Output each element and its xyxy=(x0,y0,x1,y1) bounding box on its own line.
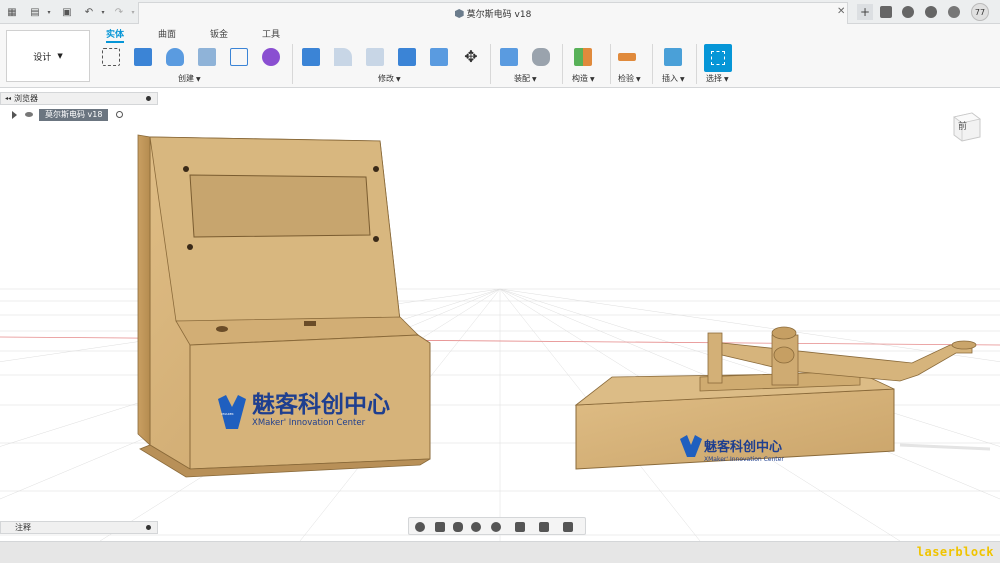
navigation-bar xyxy=(408,517,586,535)
move-icon[interactable]: ✥ xyxy=(462,48,480,66)
offset-plane-icon[interactable] xyxy=(574,48,592,66)
assemble-menu[interactable]: 装配 ▼ xyxy=(514,73,537,84)
extrude-icon[interactable] xyxy=(134,48,152,66)
hole-icon[interactable] xyxy=(198,48,216,66)
user-badge-text: 77 xyxy=(974,7,986,17)
bottom-strip: laserblock xyxy=(0,541,1000,563)
workspace-switcher[interactable]: 设计 ▼ xyxy=(6,30,90,82)
modify-menu[interactable]: 修改 ▼ xyxy=(378,73,401,84)
comments-add-icon[interactable] xyxy=(146,525,151,530)
revolve-icon[interactable] xyxy=(166,48,184,66)
browser-root-item[interactable]: 莫尔斯电码 v18 xyxy=(10,108,155,121)
expand-triangle-icon[interactable] xyxy=(12,110,17,119)
tab-solid[interactable]: 实体 xyxy=(106,27,125,43)
browser-options-icon[interactable] xyxy=(146,96,151,101)
fillet-icon[interactable] xyxy=(334,48,352,66)
view-cube-face-label[interactable]: 前 xyxy=(958,119,967,132)
fusion-app-window: ▦ ▤ ▾ ▣ ↶ ▾ ↷ ▾ 莫尔斯电码 v18 ✕ + 77 设计 ▼ 实体… xyxy=(0,0,1000,563)
close-tab-icon[interactable]: ✕ xyxy=(837,6,845,17)
tab-tools[interactable]: 工具 xyxy=(262,27,280,40)
tab-sheet-metal[interactable]: 钣金 xyxy=(210,27,228,40)
logo-text-small: 魅客科创中心 xyxy=(704,439,782,455)
zoom-icon[interactable] xyxy=(471,522,481,532)
divider xyxy=(652,44,653,84)
shell-icon[interactable] xyxy=(430,48,448,66)
notifications-icon[interactable] xyxy=(925,6,937,18)
measure-icon[interactable] xyxy=(618,53,636,61)
logo-text-large: 魅客科创中心 xyxy=(252,391,390,418)
grid-settings-icon[interactable] xyxy=(539,522,549,532)
press-pull-icon[interactable] xyxy=(302,48,320,66)
browser-root-label[interactable]: 莫尔斯电码 v18 xyxy=(39,108,109,121)
workspace-label: 设计 xyxy=(33,52,52,63)
inspect-menu[interactable]: 检验 ▼ xyxy=(618,73,641,84)
new-tab-button[interactable]: + xyxy=(857,4,873,20)
title-bar: ▦ ▤ ▾ ▣ ↶ ▾ ↷ ▾ 莫尔斯电码 v18 ✕ + 77 xyxy=(0,0,1000,24)
select-tool-button[interactable] xyxy=(704,44,732,72)
redo-icon[interactable]: ↷ xyxy=(112,5,126,19)
display-settings-icon[interactable] xyxy=(515,522,525,532)
insert-menu[interactable]: 插入 ▼ xyxy=(662,73,685,84)
divider xyxy=(490,44,491,84)
browser-panel: ◂◂ 浏览器 莫尔斯电码 v18 xyxy=(0,90,158,124)
chamfer-icon[interactable] xyxy=(366,48,384,66)
comments-title: 注释 xyxy=(15,523,31,532)
document-tab[interactable]: 莫尔斯电码 v18 xyxy=(138,2,848,24)
visibility-eye-icon[interactable] xyxy=(25,112,33,117)
model-morse-key[interactable] xyxy=(574,326,991,470)
construct-menu[interactable]: 构造 ▼ xyxy=(572,73,595,84)
collapse-icon[interactable]: ◂◂ xyxy=(5,95,11,102)
select-menu[interactable]: 选择 ▼ xyxy=(706,73,729,84)
browser-title: 浏览器 xyxy=(14,94,39,103)
file-menu-caret-icon[interactable]: ▾ xyxy=(42,5,56,19)
document-cube-icon xyxy=(454,9,464,18)
orbit-icon[interactable] xyxy=(415,522,425,532)
logo-mark-large: XMAKER xyxy=(221,412,234,416)
divider xyxy=(696,44,697,84)
ground-grid: 魅客科创中心 XMaker' Innovation Center XMAKER … xyxy=(0,134,1000,541)
help-icon[interactable] xyxy=(948,6,960,18)
user-avatar[interactable]: 77 xyxy=(971,3,989,21)
toolbar-ribbon: 设计 ▼ 实体 曲面 钣金 工具 创建 ▼ ✥ 修改 ▼ 装配 ▼ 构造 ▼ 检… xyxy=(0,24,1000,88)
browser-header[interactable]: ◂◂ 浏览器 xyxy=(0,92,158,105)
pattern-icon[interactable] xyxy=(230,48,248,66)
undo-icon[interactable]: ↶ xyxy=(82,5,96,19)
activate-radio-icon[interactable] xyxy=(116,111,124,118)
divider xyxy=(562,44,563,84)
divider xyxy=(610,44,611,84)
tab-surface[interactable]: 曲面 xyxy=(158,27,176,40)
file-menu-icon[interactable]: ▤ xyxy=(28,5,42,19)
form-icon[interactable] xyxy=(262,48,280,66)
combine-icon[interactable] xyxy=(398,48,416,66)
viewports-icon[interactable] xyxy=(563,522,573,532)
pan-icon[interactable] xyxy=(453,522,463,532)
look-at-icon[interactable] xyxy=(435,522,445,532)
new-component-icon[interactable] xyxy=(500,48,518,66)
extensions-icon[interactable] xyxy=(880,6,892,18)
comments-panel[interactable]: 注释 xyxy=(0,521,158,534)
create-sketch-icon[interactable] xyxy=(102,48,120,66)
joint-icon[interactable] xyxy=(532,48,550,66)
insert-image-icon[interactable] xyxy=(664,48,682,66)
logo-subtext-large: XMaker' Innovation Center xyxy=(252,418,366,428)
fit-icon[interactable] xyxy=(491,522,501,532)
workspace-caret-icon: ▼ xyxy=(57,52,63,60)
save-icon[interactable]: ▣ xyxy=(60,5,74,19)
divider xyxy=(292,44,293,84)
canvas-viewport[interactable]: 魅客科创中心 XMaker' Innovation Center XMAKER … xyxy=(0,89,1000,541)
job-status-icon[interactable] xyxy=(902,6,914,18)
undo-caret-icon[interactable]: ▾ xyxy=(96,5,110,19)
create-menu[interactable]: 创建 ▼ xyxy=(178,73,201,84)
document-title: 莫尔斯电码 v18 xyxy=(466,10,532,20)
logo-subtext-small: XMaker' Innovation Center xyxy=(704,456,784,463)
app-grid-icon[interactable]: ▦ xyxy=(5,5,19,19)
watermark-text: laserblock xyxy=(916,545,994,559)
